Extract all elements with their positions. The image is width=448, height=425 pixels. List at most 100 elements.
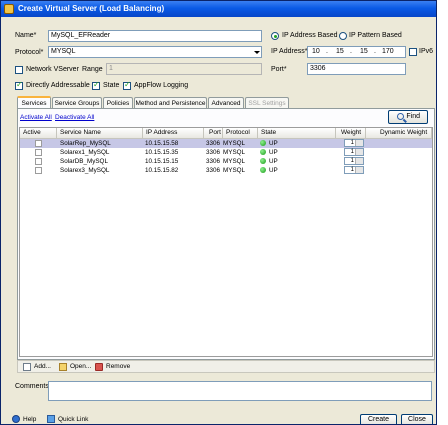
col-header-protocol[interactable]: Protocol: [223, 128, 258, 139]
service-name-cell: Solarex3_MySQL: [60, 167, 110, 174]
add-button[interactable]: Add...: [34, 363, 51, 370]
col-header-dynamic-weight[interactable]: Dynamic Weight: [366, 128, 432, 139]
protocol-cell: MYSQL: [223, 149, 246, 156]
state-checkbox[interactable]: [92, 80, 100, 90]
remove-button[interactable]: Remove: [106, 363, 130, 370]
ip-dot: .: [374, 48, 376, 55]
comments-label: Comments: [15, 383, 49, 390]
ip-octet-3: 15: [360, 48, 368, 55]
protocol-cell: MYSQL: [223, 158, 246, 165]
ipv6-label: IPv6: [419, 48, 434, 55]
service-name-cell: SolarRep_MySQL: [60, 140, 111, 147]
table-row[interactable]: SolarDB_MySQL 10.15.15.15 3306 MYSQL UP …: [20, 157, 432, 166]
range-label: Range: [82, 66, 103, 73]
add-icon: [23, 363, 31, 371]
ip-address-label: IP Address*: [271, 48, 308, 55]
panel-toolbar: Add... Open... Remove: [17, 360, 435, 373]
remove-icon: [95, 363, 103, 371]
close-button[interactable]: Close: [401, 414, 433, 424]
open-button[interactable]: Open...: [70, 363, 91, 370]
quick-link-icon: [47, 415, 55, 423]
state-label: State: [103, 82, 120, 89]
appflow-logging-checkbox[interactable]: [123, 80, 131, 90]
weight-spinner[interactable]: 1: [344, 139, 364, 147]
table-row[interactable]: Solarex1_MySQL 10.15.15.35 3306 MYSQL UP…: [20, 148, 432, 157]
network-vserver-checkbox[interactable]: [15, 66, 23, 74]
appflow-logging-label: AppFlow Logging: [134, 82, 189, 89]
port-input[interactable]: 3306: [307, 63, 406, 75]
ip-octet-1: 10: [312, 48, 320, 55]
ip-address-input[interactable]: 10 . 15 . 15 . 170: [307, 46, 406, 58]
search-icon: [397, 113, 404, 120]
find-button[interactable]: Find: [388, 110, 428, 124]
create-button[interactable]: Create: [360, 414, 397, 424]
comments-textarea[interactable]: [48, 381, 432, 401]
table-row[interactable]: SolarRep_MySQL 10.15.15.58 3306 MYSQL UP…: [20, 139, 432, 148]
ip-address-cell: 10.15.15.58: [145, 140, 179, 147]
protocol-cell: MYSQL: [223, 140, 246, 147]
services-table: Active Service Name IP Address Port Prot…: [19, 127, 433, 357]
ip-dot: .: [350, 48, 352, 55]
service-name-cell: SolarDB_MySQL: [60, 158, 108, 165]
directly-addressable-checkbox[interactable]: [15, 80, 23, 90]
ip-address-cell: 10.15.15.35: [145, 149, 179, 156]
ip-address-cell: 10.15.15.15: [145, 158, 179, 165]
port-cell: 3306: [206, 158, 221, 165]
state-up-icon: [260, 149, 266, 155]
protocol-label: Protocol*: [15, 49, 44, 56]
network-vserver-label: Network VServer: [26, 66, 79, 73]
col-header-weight[interactable]: Weight: [336, 128, 366, 139]
ip-octet-4: 170: [382, 48, 394, 55]
directly-addressable-label: Directly Addressable: [26, 82, 90, 89]
row-active-checkbox[interactable]: [35, 140, 42, 147]
row-active-checkbox[interactable]: [35, 158, 42, 165]
ip-dot: .: [326, 48, 328, 55]
port-cell: 3306: [206, 140, 221, 147]
weight-spinner[interactable]: 1: [344, 157, 364, 165]
port-cell: 3306: [206, 167, 221, 174]
col-header-state[interactable]: State: [258, 128, 336, 139]
range-input[interactable]: 1: [106, 63, 262, 75]
ip-octet-2: 15: [336, 48, 344, 55]
app-icon: [4, 4, 14, 14]
state-cell: UP: [269, 167, 278, 174]
deactivate-all-link[interactable]: Deactivate All: [55, 114, 94, 121]
ip-address-cell: 10.15.15.82: [145, 167, 179, 174]
service-name-cell: Solarex1_MySQL: [60, 149, 110, 156]
protocol-select[interactable]: MYSQL: [48, 46, 262, 58]
state-up-icon: [260, 167, 266, 173]
folder-open-icon: [59, 363, 67, 371]
quick-link[interactable]: Quick Link: [58, 416, 88, 423]
ip-pattern-based-radio[interactable]: [339, 32, 347, 40]
services-panel: Activate All Deactivate All Find Active …: [17, 108, 435, 360]
state-cell: UP: [269, 140, 278, 147]
state-up-icon: [260, 158, 266, 164]
activate-all-link[interactable]: Activate All: [20, 114, 52, 121]
help-link[interactable]: Help: [23, 416, 36, 423]
create-virtual-server-dialog: Create Virtual Server (Load Balancing) N…: [0, 0, 437, 425]
state-up-icon: [260, 140, 266, 146]
weight-spinner[interactable]: 1: [344, 166, 364, 174]
help-icon: [12, 415, 20, 423]
title-bar[interactable]: Create Virtual Server (Load Balancing): [1, 1, 436, 17]
chevron-down-icon: [252, 48, 260, 56]
name-label: Name*: [15, 32, 37, 39]
weight-spinner[interactable]: 1: [344, 148, 364, 156]
state-cell: UP: [269, 158, 278, 165]
port-label: Port*: [271, 66, 287, 73]
table-row[interactable]: Solarex3_MySQL 10.15.15.82 3306 MYSQL UP…: [20, 166, 432, 175]
col-header-port[interactable]: Port: [204, 128, 223, 139]
ipv6-checkbox[interactable]: [409, 48, 417, 56]
protocol-cell: MYSQL: [223, 167, 246, 174]
protocol-value: MYSQL: [51, 48, 76, 55]
row-active-checkbox[interactable]: [35, 149, 42, 156]
state-cell: UP: [269, 149, 278, 156]
ip-address-based-label: IP Address Based: [282, 32, 338, 39]
name-input[interactable]: MySQL_EFReader: [48, 30, 262, 42]
ip-address-based-radio[interactable]: [271, 32, 279, 40]
row-active-checkbox[interactable]: [35, 167, 42, 174]
ip-pattern-based-label: IP Pattern Based: [349, 32, 402, 39]
col-header-service-name[interactable]: Service Name: [57, 128, 143, 139]
col-header-active[interactable]: Active: [20, 128, 57, 139]
col-header-ip-address[interactable]: IP Address: [143, 128, 204, 139]
